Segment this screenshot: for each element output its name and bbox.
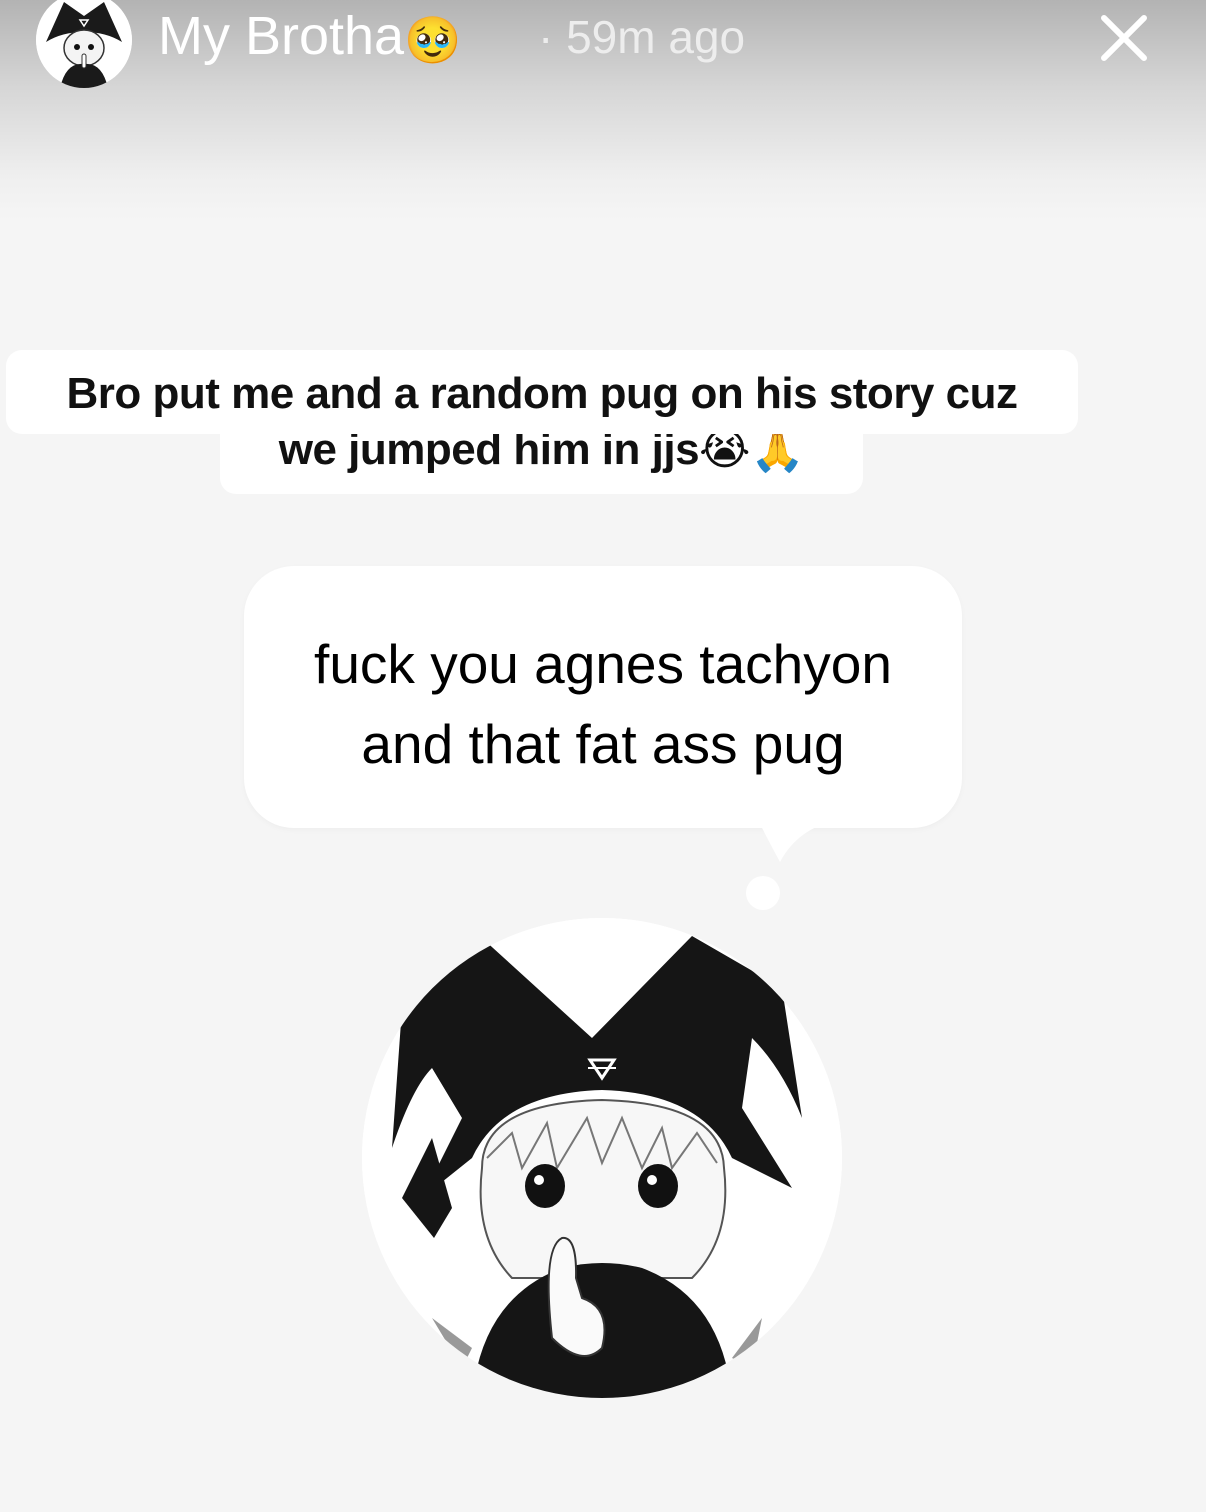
question-text: fuck you agnes tachyon and that fat ass … xyxy=(314,633,892,775)
sender-avatar[interactable] xyxy=(362,918,842,1398)
jester-avatar-large-icon xyxy=(362,918,842,1398)
username-text: My Brotha xyxy=(158,6,405,66)
bubble-tail xyxy=(758,820,838,862)
profile-avatar[interactable] xyxy=(36,0,132,88)
jester-avatar-icon xyxy=(36,0,132,88)
story-header: My Brotha🥹 · 59m ago xyxy=(36,0,1166,88)
close-button[interactable] xyxy=(1094,8,1154,68)
caption-line-1: Bro put me and a random pug on his story… xyxy=(6,350,1078,434)
pleading-face-emoji: 🥹 xyxy=(404,12,462,67)
bubble-dot xyxy=(746,876,780,910)
close-icon xyxy=(1101,15,1147,61)
story-timestamp: · 59m ago xyxy=(538,11,746,63)
story-username[interactable]: My Brotha🥹 xyxy=(158,4,461,72)
question-bubble[interactable]: fuck you agnes tachyon and that fat ass … xyxy=(244,566,962,828)
